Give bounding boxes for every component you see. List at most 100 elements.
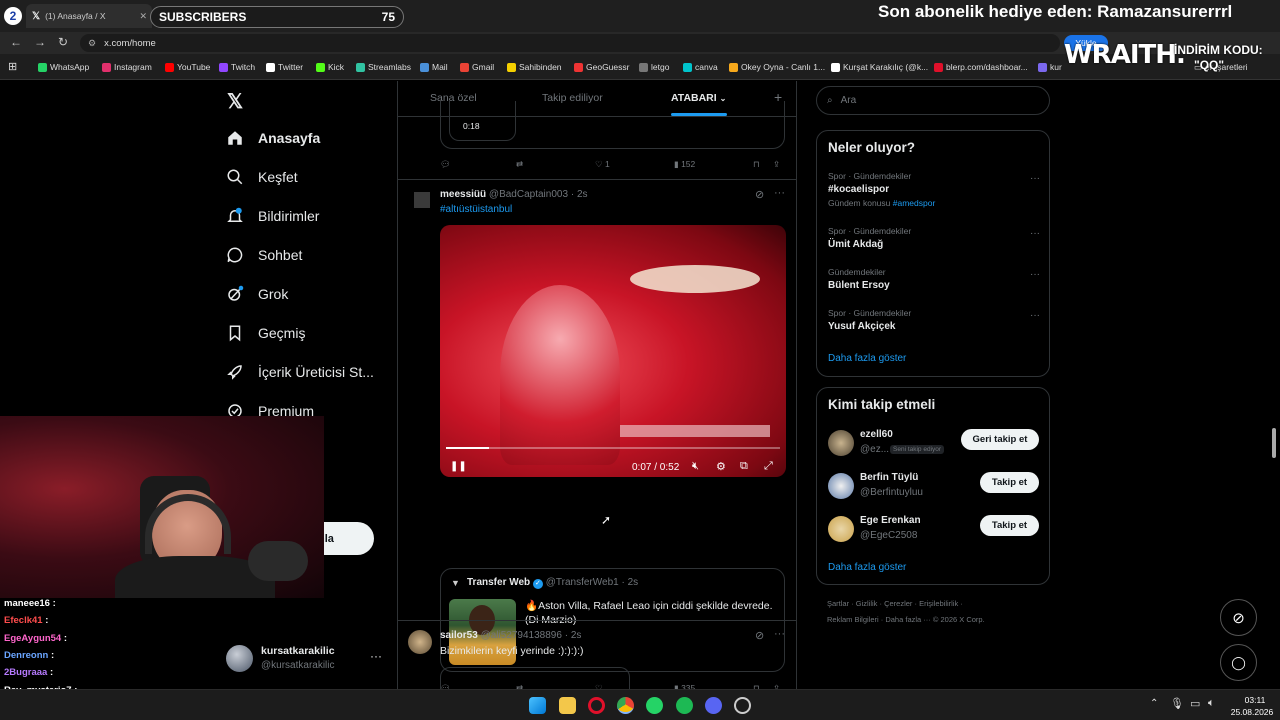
follow-suggestion[interactable]: ezell60 @ez... Seni takip ediyor Geri takip… <box>817 427 1051 463</box>
tweet-avatar[interactable] <box>408 630 432 654</box>
tray-monitor-icon[interactable]: ▭ <box>1190 697 1200 710</box>
tweet-more-icon[interactable]: ··· <box>774 628 785 640</box>
apps-grid-icon[interactable]: ⊞ <box>8 54 17 80</box>
fullscreen-icon[interactable]: ⤢ <box>764 460 773 473</box>
url-field[interactable]: ⚙ x.com/home <box>80 34 1060 52</box>
bookmark-item[interactable]: canva <box>683 54 718 80</box>
file-explorer-icon[interactable] <box>559 697 576 714</box>
x-logo-icon[interactable]: 𝕏 <box>227 89 243 114</box>
discord-icon[interactable] <box>705 697 722 714</box>
bookmark-icon[interactable]: ⊓ <box>753 159 760 170</box>
bookmark-item[interactable]: Twitch <box>219 54 255 80</box>
bookmark-item[interactable]: YouTube <box>165 54 210 80</box>
follow-avatar[interactable] <box>828 430 854 456</box>
bookmark-item[interactable]: WhatsApp <box>38 54 89 80</box>
tweet-avatar[interactable] <box>414 192 430 208</box>
nav-chat[interactable]: Sohbet <box>226 240 302 270</box>
tweet-author-name[interactable]: meessiüü <box>440 189 486 200</box>
messages-fab[interactable]: ◯ <box>1220 644 1257 681</box>
follow-button[interactable]: Geri takip et <box>961 429 1039 450</box>
clock-time[interactable]: 03:11 <box>1235 695 1275 705</box>
trend-more-icon[interactable]: ··· <box>1030 173 1040 184</box>
account-more-icon[interactable]: ··· <box>370 649 382 663</box>
nav-home[interactable]: Anasayfa <box>226 123 320 153</box>
video-progress-track[interactable] <box>446 447 780 449</box>
trend-more-icon[interactable]: ··· <box>1030 228 1040 239</box>
account-switcher[interactable]: kursatkarakilic @kursatkarakilic ··· <box>226 641 386 675</box>
follow-avatar[interactable] <box>828 473 854 499</box>
retweet-icon[interactable]: ⇄ <box>516 159 523 170</box>
views-button[interactable]: ▮ 152 <box>674 159 695 170</box>
footer-links-2[interactable]: Reklam Bilgileri · Daha fazla ··· © 2026… <box>827 615 985 624</box>
tray-speaker-icon[interactable]: 🔈︎ <box>1208 697 1215 710</box>
search-input[interactable]: Ara <box>841 95 857 106</box>
bookmark-item[interactable]: Kick <box>316 54 344 80</box>
bookmark-item[interactable]: Kurşat Karakılıç (@k... <box>831 54 928 80</box>
tweet-more-icon[interactable]: ··· <box>774 187 785 199</box>
pip-icon[interactable]: ⧉ <box>740 460 748 473</box>
trend-item[interactable]: Gündemdekiler Bülent Ersoy ··· <box>828 267 1040 291</box>
nav-notifications[interactable]: Bildirimler <box>226 201 319 231</box>
bookmark-item[interactable]: blerp.com/dashboar... <box>934 54 1028 80</box>
spotify-icon[interactable] <box>676 697 693 714</box>
nav-explore[interactable]: Keşfet <box>226 162 298 192</box>
tweet-video[interactable]: ❚❚ 0:07 / 0:52 🔇︎ ⚙ ⧉ ⤢ <box>440 225 786 477</box>
chrome-icon[interactable] <box>617 697 634 714</box>
bookmark-item[interactable]: GeoGuessr <box>574 54 629 80</box>
nav-bookmarks[interactable]: Geçmiş <box>226 318 305 348</box>
follow-name[interactable]: Ege Erenkan <box>860 515 921 526</box>
follow-suggestion[interactable]: Ege Erenkan @EgeC2508 Takip et <box>817 513 1051 549</box>
scrollbar[interactable] <box>1272 428 1276 458</box>
mute-icon[interactable]: 🔇︎ <box>692 460 699 473</box>
settings-gear-icon[interactable]: ⚙ <box>716 460 726 473</box>
bookmark-item[interactable]: kur <box>1038 54 1062 80</box>
footer-links-1[interactable]: Şartlar · Gizlilik · Çerezler · Erişileb… <box>827 599 963 608</box>
follow-name[interactable]: Berfin Tüylü <box>860 472 918 483</box>
pause-icon[interactable]: ❚❚ <box>450 461 467 472</box>
forward-icon[interactable]: → <box>34 35 46 49</box>
tweet-author-handle[interactable]: @ali52794138896 <box>481 630 562 641</box>
follow-button[interactable]: Takip et <box>980 472 1039 493</box>
settings-app-icon[interactable] <box>734 697 751 714</box>
reload-icon[interactable]: ↻ <box>58 35 68 49</box>
nav-grok[interactable]: Grok <box>226 279 288 309</box>
trends-show-more[interactable]: Daha fazla göster <box>828 353 906 364</box>
trend-item[interactable]: Spor · Gündemdekiler #kocaelispor Gündem k… <box>828 171 1040 208</box>
tweet[interactable]: sailor53 @ali52794138896 · 2s ⊘ ··· Bizi… <box>398 621 796 697</box>
trend-item[interactable]: Spor · Gündemdekiler Yusuf Akçiçek ··· <box>828 308 1040 332</box>
tweet[interactable]: meessiüü @BadCaptain003 · 2s ⊘ ··· #altı… <box>398 180 796 693</box>
bookmark-item[interactable]: Mail <box>420 54 448 80</box>
trend-more-icon[interactable]: ··· <box>1030 269 1040 280</box>
tweet-time[interactable]: 2s <box>577 189 588 200</box>
grok-fab[interactable]: ⊘ <box>1220 599 1257 636</box>
opera-icon[interactable] <box>588 697 605 714</box>
tweet-author-name[interactable]: sailor53 <box>440 630 478 641</box>
trend-item[interactable]: Spor · Gündemdekiler Ümit Akdağ ··· <box>828 226 1040 250</box>
share-icon[interactable]: ⇪ <box>773 159 780 170</box>
search-box[interactable]: ⌕ Ara <box>816 86 1050 115</box>
reply-icon[interactable]: 💬︎ <box>440 159 451 170</box>
bookmark-item[interactable]: Gmail <box>460 54 494 80</box>
trend-context-tag[interactable]: #amedspor <box>893 198 936 208</box>
grok-action-icon[interactable]: ⊘ <box>755 629 764 642</box>
follow-avatar[interactable] <box>828 516 854 542</box>
back-icon[interactable]: ← <box>10 35 22 49</box>
follow-button[interactable]: Takip et <box>980 515 1039 536</box>
site-info-icon[interactable]: ⚙ <box>88 38 96 49</box>
bookmark-item[interactable]: Streamlabs <box>356 54 411 80</box>
trend-more-icon[interactable]: ··· <box>1030 310 1040 321</box>
tweet-time[interactable]: 2s <box>571 630 582 641</box>
follow-suggestion[interactable]: Berfin Tüylü @Berfintuyluu Takip et <box>817 470 1051 506</box>
clock-date[interactable]: 25.08.2026 <box>1228 707 1276 717</box>
like-button[interactable]: ♡ 1 <box>595 159 610 170</box>
tray-mic-icon[interactable]: 🎙︎ <box>1170 697 1184 710</box>
windows-start-icon[interactable] <box>529 697 546 714</box>
tray-chevron-icon[interactable]: ⌃ <box>1150 698 1158 709</box>
follow-name[interactable]: ezell60 <box>860 429 893 440</box>
bookmark-item[interactable]: Instagram <box>102 54 152 80</box>
bookmark-item[interactable]: Okey Oyna - Canlı 1... <box>729 54 825 80</box>
nav-creator-studio[interactable]: İçerik Üreticisi St... <box>226 357 374 387</box>
tweet-hashtag[interactable]: #altıüstüistanbul <box>440 204 512 215</box>
follow-show-more[interactable]: Daha fazla göster <box>828 562 906 573</box>
bookmark-item[interactable]: Twitter <box>266 54 303 80</box>
